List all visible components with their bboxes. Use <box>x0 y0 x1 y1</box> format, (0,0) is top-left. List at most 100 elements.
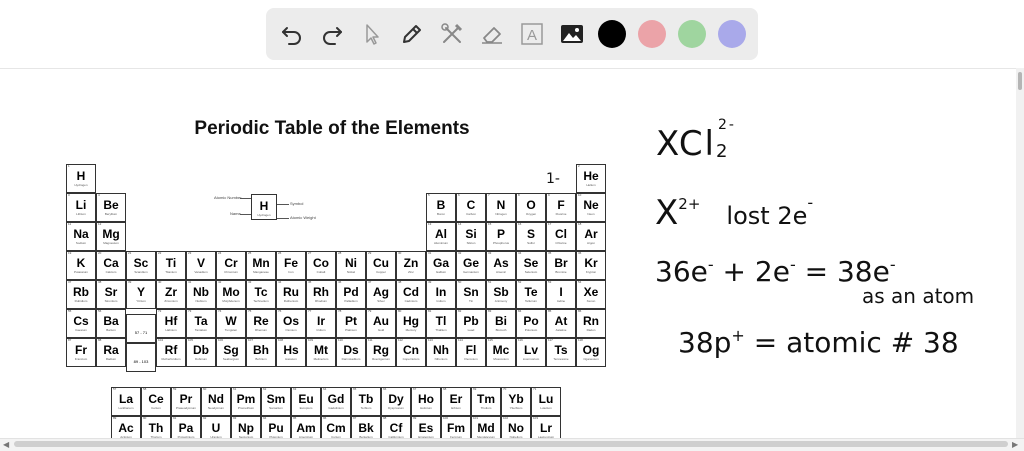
element-cell-pd: 46 Pd Palladium <box>336 280 366 309</box>
element-cell-mn: 25 Mn Manganese <box>246 251 276 280</box>
element-number: 76 <box>278 309 282 313</box>
element-number: 99 <box>413 416 417 420</box>
element-cell-kr: 36 Kr Krypton <box>576 251 606 280</box>
text-icon[interactable]: A <box>518 20 546 48</box>
element-cell-pb: 82 Pb Lead <box>456 309 486 338</box>
element-cell-xe: 54 Xe Xenon <box>576 280 606 309</box>
element-symbol: B <box>436 198 446 212</box>
element-cell-s: 16 S Sulfur <box>516 222 546 251</box>
element-name: Sodium <box>75 241 87 245</box>
element-number: 51 <box>488 280 492 284</box>
color-green-swatch[interactable] <box>678 20 706 48</box>
eraser-icon[interactable] <box>478 20 506 48</box>
element-cell-sg: 106 Sg Seaborgium <box>216 338 246 367</box>
element-name: Hassium <box>285 357 297 361</box>
vertical-scroll-thumb[interactable] <box>1018 72 1022 90</box>
element-number: 97 <box>353 416 357 420</box>
element-name: Cobalt <box>316 270 326 274</box>
element-symbol: Bi <box>495 314 507 328</box>
scroll-left-arrow-icon[interactable]: ◀ <box>3 440 9 449</box>
element-cell-h: 1 H Hydrogen <box>66 164 96 193</box>
element-number: 60 <box>203 387 207 391</box>
element-number: 92 <box>203 416 207 420</box>
vertical-scrollbar[interactable] <box>1016 68 1024 438</box>
image-icon[interactable] <box>558 20 586 48</box>
element-cell-hs: 108 Hs Hassium <box>276 338 306 367</box>
horizontal-scroll-thumb[interactable] <box>14 441 1008 447</box>
element-name: Seaborgium <box>222 357 240 361</box>
element-symbol: La <box>118 392 133 406</box>
element-number: 19 <box>68 251 72 255</box>
element-cell-al: 13 Al Aluminium <box>426 222 456 251</box>
element-symbol: At <box>554 314 568 328</box>
element-name: Krypton <box>585 270 597 274</box>
element-name: Rutherfordium <box>161 357 181 361</box>
element-name: Strontium <box>104 299 118 303</box>
element-symbol: Cn <box>403 343 419 357</box>
tools-icon[interactable] <box>438 20 466 48</box>
element-number: 10 <box>578 193 582 197</box>
element-number: 93 <box>233 416 237 420</box>
element-cell-hg: 80 Hg Mercury <box>396 309 426 338</box>
element-name: Mercury <box>405 328 417 332</box>
element-number: 15 <box>488 222 492 226</box>
element-number: 45 <box>308 280 312 284</box>
formula-xcl2-note: XCl 2- 2 <box>656 117 742 164</box>
formula-xcl2-main: XCl <box>656 124 717 164</box>
element-name: Technetium <box>253 299 269 303</box>
element-symbol: Er <box>449 392 463 406</box>
element-cell-ba: 56 Ba Barium <box>96 309 126 338</box>
element-number: 68 <box>443 387 447 391</box>
element-number: 106 <box>218 338 224 342</box>
element-name: Thallium <box>435 328 447 332</box>
element-number: 7 <box>488 193 490 197</box>
element-number: 35 <box>548 251 552 255</box>
element-number: 118 <box>578 338 583 342</box>
element-cell-zn: 30 Zn Zinc <box>396 251 426 280</box>
element-symbol: Tb <box>358 392 374 406</box>
element-cell-cn: 112 Cn Copernicium <box>396 338 426 367</box>
scroll-right-arrow-icon[interactable]: ▶ <box>1012 440 1018 449</box>
element-name: Tennessine <box>553 357 569 361</box>
color-purple-swatch[interactable] <box>718 20 746 48</box>
eq-36e: 36e <box>655 255 708 288</box>
element-cell-la: 57 La Lanthanum <box>111 387 141 416</box>
element-symbol: Db <box>193 343 209 357</box>
element-name: Moscovium <box>493 357 509 361</box>
element-number: 50 <box>458 280 462 284</box>
element-symbol: Rh <box>313 285 329 299</box>
element-symbol: Eu <box>298 392 314 406</box>
element-number: 49 <box>428 280 432 284</box>
element-number: 30 <box>398 251 402 255</box>
element-symbol: Ac <box>118 421 134 435</box>
element-symbol: Pu <box>268 421 284 435</box>
formula-xcl2-subscript: 2 <box>716 141 730 162</box>
pen-icon[interactable] <box>398 20 426 48</box>
element-symbol: Np <box>238 421 254 435</box>
element-cell-ge: 32 Ge Germanium <box>456 251 486 280</box>
element-name: Molybdenum <box>222 299 240 303</box>
element-name: Bromine <box>555 270 567 274</box>
element-number: 64 <box>323 387 327 391</box>
element-name: Polonium <box>524 328 538 332</box>
element-symbol: Ra <box>103 343 119 357</box>
element-name: Scandium <box>134 270 148 274</box>
element-number: 111 <box>368 338 373 342</box>
element-cell-ce: 58 Ce Cerium <box>141 387 171 416</box>
pointer-icon[interactable] <box>358 20 386 48</box>
element-number: 26 <box>278 251 282 255</box>
element-number: 84 <box>518 309 522 313</box>
undo-icon[interactable] <box>278 20 306 48</box>
key-symbol-label: Symbol <box>290 201 304 206</box>
element-number: 8 <box>518 193 520 197</box>
element-name: Copper <box>376 270 386 274</box>
redo-icon[interactable] <box>318 20 346 48</box>
color-pink-swatch[interactable] <box>638 20 666 48</box>
eq-38p: 38p <box>678 326 732 359</box>
element-symbol: Bh <box>253 343 269 357</box>
element-number: 53 <box>548 280 552 284</box>
element-symbol: Mc <box>492 343 510 357</box>
element-number: 115 <box>488 338 493 342</box>
element-symbol: Mo <box>222 285 240 299</box>
color-black-swatch[interactable] <box>598 20 626 48</box>
